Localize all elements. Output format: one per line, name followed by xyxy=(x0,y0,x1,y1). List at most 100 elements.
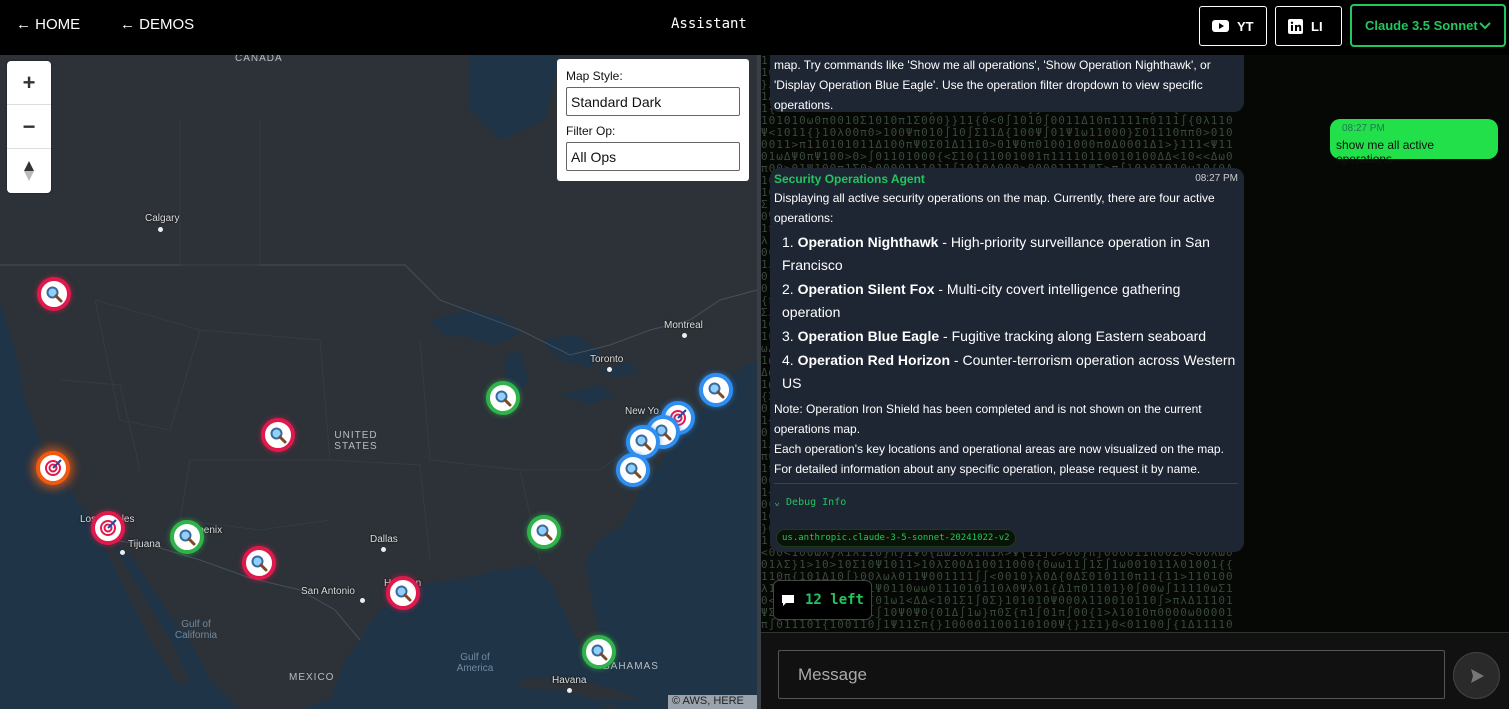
list-number: 3. xyxy=(782,328,794,344)
label-mexico: MEXICO xyxy=(289,672,335,683)
operation-marker-green[interactable] xyxy=(527,515,561,549)
message-input[interactable] xyxy=(778,650,1445,699)
operation-marker-green[interactable] xyxy=(486,381,520,415)
city-dot xyxy=(682,333,687,338)
send-button[interactable] xyxy=(1453,652,1500,699)
operation-name: Operation Nighthawk xyxy=(797,234,939,250)
target-icon xyxy=(100,519,117,536)
label-gulf-of-california: Gulf of California xyxy=(174,619,218,641)
target-icon xyxy=(45,459,62,476)
list-item: 4. Operation Red Horizon - Counter-terro… xyxy=(782,349,1238,395)
message-input-bar xyxy=(761,632,1509,709)
label-calgary: Calgary xyxy=(145,213,180,224)
magnifier-icon xyxy=(708,382,725,399)
message-text: show me all active operations xyxy=(1336,138,1435,166)
top-bar: ← HOME ← DEMOS Assistant YT LI Claude 3.… xyxy=(0,0,1509,52)
chat-panel: 1100Σ1>01Ψω∫11λ0Ψ0<10000{0001∫1λ0001}0}1… xyxy=(761,55,1509,632)
youtube-label: YT xyxy=(1237,18,1254,34)
city-dot xyxy=(120,550,125,555)
operation-name: Operation Silent Fox xyxy=(797,281,935,297)
debug-info-toggle[interactable]: ⌄ Debug Info xyxy=(774,483,1238,508)
list-item: 3. Operation Blue Eagle - Fugitive track… xyxy=(782,325,1238,348)
magnifier-icon xyxy=(591,644,608,661)
city-dot xyxy=(381,547,386,552)
model-select-value: Claude 3.5 Sonnet xyxy=(1365,18,1478,33)
demos-link[interactable]: ← DEMOS xyxy=(120,16,194,33)
label-san-antonio: San Antonio xyxy=(301,586,355,597)
operation-description: - Fugitive tracking along Eastern seaboa… xyxy=(939,328,1207,344)
linkedin-label: LI xyxy=(1311,18,1323,34)
operations-list: 1. Operation Nighthawk - High-priority s… xyxy=(782,231,1238,395)
messages-remaining-count: 12 left xyxy=(804,592,864,608)
zoom-in-button[interactable]: + xyxy=(7,61,51,105)
operation-marker-orange-target[interactable] xyxy=(36,451,70,485)
message-closing: Each operation's key locations and opera… xyxy=(774,442,1224,476)
user-message: 08:27 PM show me all active operations xyxy=(1330,119,1498,166)
label-united-states: UNITED STATES xyxy=(334,430,378,452)
operation-name: Operation Red Horizon xyxy=(797,352,951,368)
linkedin-button[interactable]: LI xyxy=(1275,6,1342,46)
message-time: 08:27 PM xyxy=(1195,173,1238,184)
message-time: 08:27 PM xyxy=(1342,123,1385,134)
label-dallas: Dallas xyxy=(370,534,398,545)
magnifier-icon xyxy=(270,427,287,444)
map-settings-panel: Map Style: Standard Dark Filter Op: All … xyxy=(557,59,749,181)
city-dot xyxy=(607,367,612,372)
operation-name: Operation Blue Eagle xyxy=(797,328,940,344)
operation-marker-red[interactable] xyxy=(386,576,420,610)
magnifier-icon xyxy=(495,390,512,407)
list-number: 4. xyxy=(782,352,794,368)
label-toronto: Toronto xyxy=(590,354,624,365)
map-style-select[interactable]: Standard Dark xyxy=(566,87,740,116)
map-attribution[interactable]: © AWS, HERE xyxy=(668,695,757,709)
page-title: Assistant xyxy=(671,16,747,32)
operation-marker-red[interactable] xyxy=(37,277,71,311)
operation-marker-blue[interactable] xyxy=(616,453,650,487)
operation-marker-red[interactable] xyxy=(261,418,295,452)
magnifier-icon xyxy=(179,529,196,546)
magnifier-icon xyxy=(536,524,553,541)
island-shape xyxy=(604,705,616,709)
compass-icon xyxy=(24,161,34,181)
messages-remaining-badge: 12 left xyxy=(773,580,872,620)
operation-marker-green[interactable] xyxy=(582,635,616,669)
magnifier-icon xyxy=(635,434,652,451)
youtube-icon xyxy=(1212,20,1229,32)
compass-button[interactable] xyxy=(7,149,51,193)
city-dot xyxy=(360,598,365,603)
label-gulf-of-america: Gulf of America xyxy=(456,652,494,674)
agent-name: Security Operations Agent xyxy=(774,172,925,186)
message-text: map. Try commands like 'Show me all oper… xyxy=(774,58,1211,112)
operation-marker-red-target[interactable] xyxy=(91,511,125,545)
list-item: 1. Operation Nighthawk - High-priority s… xyxy=(782,231,1238,277)
magnifier-icon xyxy=(625,462,642,479)
map-style-label: Map Style: xyxy=(566,69,623,83)
zoom-out-button[interactable]: − xyxy=(7,105,51,149)
city-dot xyxy=(567,688,572,693)
filter-op-label: Filter Op: xyxy=(566,124,616,138)
operation-marker-red[interactable] xyxy=(242,546,276,580)
magnifier-icon xyxy=(395,585,412,602)
city-dot xyxy=(158,227,163,232)
home-link[interactable]: ← HOME xyxy=(16,16,80,33)
label-havana: Havana xyxy=(552,675,587,686)
linkedin-icon xyxy=(1288,18,1303,34)
agent-message: Security Operations Agent 08:27 PM Displ… xyxy=(770,168,1244,552)
model-id-badge: us.anthropic.claude-3-5-sonnet-20241022-… xyxy=(776,529,1016,547)
operation-marker-blue[interactable] xyxy=(699,373,733,407)
list-number: 2. xyxy=(782,281,794,297)
list-number: 1. xyxy=(782,234,794,250)
chevron-down-icon xyxy=(1479,22,1491,30)
magnifier-icon xyxy=(251,555,268,572)
message-intro: Displaying all active security operation… xyxy=(774,191,1215,225)
agent-message-previous: map. Try commands like 'Show me all oper… xyxy=(770,55,1244,112)
label-new-york: New Yo xyxy=(625,406,659,417)
model-select[interactable]: Claude 3.5 Sonnet xyxy=(1350,4,1506,47)
label-tijuana: Tijuana xyxy=(128,539,161,550)
list-item: 2. Operation Silent Fox - Multi-city cov… xyxy=(782,278,1238,324)
operation-marker-green[interactable] xyxy=(170,520,204,554)
filter-op-select[interactable]: All Ops xyxy=(566,142,740,171)
label-canada: CANADA xyxy=(235,55,283,64)
magnifier-icon xyxy=(46,286,63,303)
youtube-button[interactable]: YT xyxy=(1199,6,1267,46)
